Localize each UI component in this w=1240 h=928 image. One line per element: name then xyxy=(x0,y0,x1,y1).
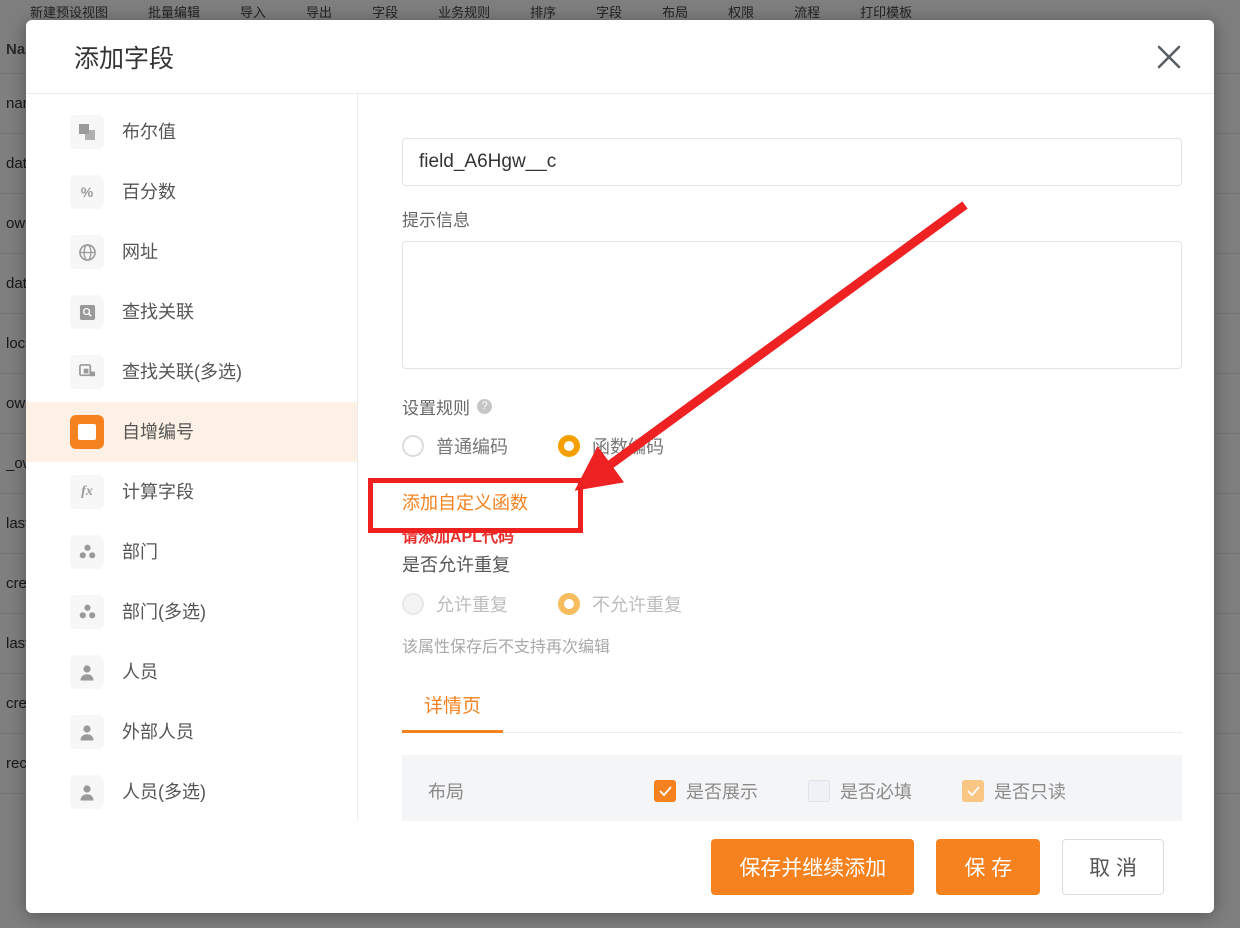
radio-function-encoding[interactable]: 函数编码 xyxy=(558,433,664,459)
percent-icon: % xyxy=(70,175,104,209)
tab-detail-page[interactable]: 详情页 xyxy=(402,691,504,733)
dialog-body: 布尔值% 百分数 网址 查找关联 查找关联(多选) 自增编号 fx 计算字段 部门 部门(多选) 人… xyxy=(26,94,1214,821)
radio-dot xyxy=(558,593,580,615)
field-type-label: 外部人员 xyxy=(122,722,194,742)
field-type-label: 查找关联 xyxy=(122,302,194,322)
check-icon xyxy=(962,780,984,802)
rule-label-text: 设置规则 xyxy=(402,399,470,418)
dialog-footer: 保存并继续添加 保 存 取 消 xyxy=(26,821,1214,913)
detail-tabs[interactable]: 详情页 xyxy=(402,691,1182,733)
field-type-label: 人员 xyxy=(122,662,158,682)
save-button[interactable]: 保 存 xyxy=(936,839,1041,895)
field-type-label: 部门(多选) xyxy=(122,602,206,622)
close-icon[interactable] xyxy=(1146,34,1192,80)
field-type-item-2[interactable]: 网址 xyxy=(26,222,357,282)
field-type-item-10[interactable]: 外部人员 xyxy=(26,702,357,762)
tip-label-text: 提示信息 xyxy=(402,211,470,230)
field-type-item-9[interactable]: 人员 xyxy=(26,642,357,702)
duplicate-hint: 该属性保存后不支持再次编辑 xyxy=(402,639,611,656)
checkbox-is-display[interactable]: 是否展示 xyxy=(654,778,758,804)
checkbox-label: 是否只读 xyxy=(994,782,1066,802)
radio-label: 允许重复 xyxy=(436,595,508,615)
radio-disallow-duplicate[interactable]: 不允许重复 xyxy=(558,591,682,617)
field-type-label: 自增编号 xyxy=(122,422,194,442)
unchecked-box-icon xyxy=(808,780,830,802)
check-icon xyxy=(654,780,676,802)
field-type-label: 查找关联(多选) xyxy=(122,362,242,382)
layout-settings-row: 布局 是否展示 是否必填 是否只读 xyxy=(402,755,1182,821)
radio-label: 函数编码 xyxy=(592,437,664,457)
field-type-item-0[interactable]: 布尔值 xyxy=(26,102,357,162)
department-multi-icon xyxy=(70,595,104,629)
field-type-label: 人员(多选) xyxy=(122,782,206,802)
radio-label: 不允许重复 xyxy=(592,595,682,615)
dialog-header: 添加字段 xyxy=(26,20,1214,94)
field-type-item-4[interactable]: 查找关联(多选) xyxy=(26,342,357,402)
field-type-list[interactable]: 布尔值% 百分数 网址 查找关联 查找关联(多选) 自增编号 fx 计算字段 部门 部门(多选) 人… xyxy=(26,94,358,821)
radio-dot xyxy=(558,435,580,457)
boolean-icon xyxy=(70,115,104,149)
person-multi-icon xyxy=(70,775,104,809)
api-name-input[interactable] xyxy=(402,138,1182,186)
department-icon xyxy=(70,535,104,569)
field-type-label: 部门 xyxy=(122,542,158,562)
apl-error-message: 请添加APL代码 xyxy=(402,529,515,546)
field-type-label: 布尔值 xyxy=(122,122,176,142)
field-type-item-5[interactable]: 自增编号 xyxy=(26,402,357,462)
rule-label: 设置规则 ? xyxy=(402,394,1158,419)
lookup-multi-icon xyxy=(70,355,104,389)
radio-dot xyxy=(402,435,424,457)
formula-icon: fx xyxy=(70,475,104,509)
save-and-continue-button[interactable]: 保存并继续添加 xyxy=(711,839,915,895)
cancel-button[interactable]: 取 消 xyxy=(1062,839,1164,895)
radio-label: 普通编码 xyxy=(436,437,508,457)
page-title: 添加字段 xyxy=(74,44,175,73)
field-type-item-6[interactable]: fx 计算字段 xyxy=(26,462,357,522)
checkbox-label: 是否展示 xyxy=(686,782,758,802)
field-type-item-8[interactable]: 部门(多选) xyxy=(26,582,357,642)
field-type-item-1[interactable]: % 百分数 xyxy=(26,162,357,222)
auto-number-icon xyxy=(70,415,104,449)
allow-duplicate-label: 是否允许重复 xyxy=(402,555,510,575)
field-type-item-7[interactable]: 部门 xyxy=(26,522,357,582)
field-type-item-3[interactable]: 查找关联 xyxy=(26,282,357,342)
layout-label: 布局 xyxy=(428,782,464,802)
person-icon xyxy=(70,655,104,689)
field-settings-form: 提示信息 设置规则 ? 普通编码 函数编码 添加自定义函数 请添加APL代码 是 xyxy=(358,94,1214,821)
external-person-icon xyxy=(70,715,104,749)
checkbox-is-required[interactable]: 是否必填 xyxy=(808,778,912,804)
add-field-dialog: 添加字段 布尔值% 百分数 网址 查找关联 查找关联(多选) 自增编号 fx 计算字段 部门 部门… xyxy=(26,20,1214,913)
field-type-label: 网址 xyxy=(122,242,158,262)
question-mark-icon[interactable]: ? xyxy=(477,399,492,414)
checkbox-is-readonly[interactable]: 是否只读 xyxy=(962,778,1066,804)
radio-dot xyxy=(402,593,424,615)
add-custom-function-link[interactable]: 添加自定义函数 xyxy=(402,489,528,515)
radio-normal-encoding[interactable]: 普通编码 xyxy=(402,433,508,459)
lookup-icon xyxy=(70,295,104,329)
rule-radio-group[interactable]: 普通编码 函数编码 xyxy=(402,433,1158,459)
tip-label: 提示信息 xyxy=(402,206,1158,231)
radio-allow-duplicate[interactable]: 允许重复 xyxy=(402,591,508,617)
globe-icon xyxy=(70,235,104,269)
field-type-label: 计算字段 xyxy=(122,482,194,502)
checkbox-label: 是否必填 xyxy=(840,782,912,802)
tip-textarea[interactable] xyxy=(402,241,1182,369)
field-type-label: 百分数 xyxy=(122,182,176,202)
field-type-item-11[interactable]: 人员(多选) xyxy=(26,762,357,821)
duplicate-radio-group[interactable]: 允许重复 不允许重复 xyxy=(402,591,1158,617)
